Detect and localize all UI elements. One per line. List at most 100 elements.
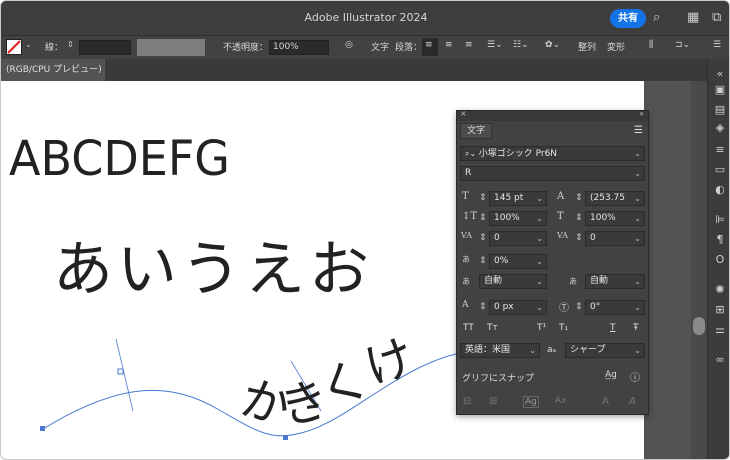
glyph-bounds-snap-icon[interactable]: Ag xyxy=(523,396,539,408)
stepper-icon[interactable]: ⇕ xyxy=(575,302,583,312)
transform-link[interactable]: 変形 xyxy=(607,40,625,53)
subscript-button[interactable]: T₁ xyxy=(559,323,568,333)
path-text: かきくけこ xyxy=(1,81,421,437)
shape-options-icon[interactable]: ✿⌄ xyxy=(545,40,560,50)
numbered-list-icon[interactable]: ☷⌄ xyxy=(513,40,529,50)
menu-icon[interactable]: ☰ xyxy=(713,40,721,50)
baseline-shift-value: 0 px xyxy=(494,302,514,312)
align-link[interactable]: 整列 xyxy=(578,40,596,53)
layers-icon[interactable]: ◈ xyxy=(713,121,727,135)
baseline-snap-icon[interactable]: ⊟ xyxy=(463,396,471,407)
stroke-profile-field[interactable] xyxy=(137,39,205,56)
stepper-icon[interactable]: ⇕ xyxy=(575,233,583,243)
no-fill-icon xyxy=(7,40,21,54)
chevron-down-icon: ⌄ xyxy=(634,149,641,158)
horizontal-scale-field[interactable]: 100% ⌄ xyxy=(585,211,645,226)
aki-left-icon: あ xyxy=(462,277,470,286)
vertical-scale-value: 100% xyxy=(494,213,520,223)
share-button[interactable]: 共有 xyxy=(610,9,646,28)
symbols-icon[interactable]: ✺ xyxy=(713,283,727,297)
baseline-shift-field[interactable]: 0 px ⌄ xyxy=(489,300,547,315)
document-tab[interactable]: (RGB/CPU プレビュー) xyxy=(1,59,105,81)
opacity-field[interactable]: 100% xyxy=(269,40,329,55)
align-right-icon[interactable]: ≡ xyxy=(465,40,473,50)
vertical-scrollbar[interactable] xyxy=(691,81,707,459)
aki-right-icon: あ xyxy=(569,277,577,286)
arrange-icon[interactable]: ⫼ xyxy=(649,40,653,50)
stroke-weight-field[interactable] xyxy=(79,40,131,55)
stepper-icon[interactable]: ⇕ xyxy=(67,40,74,49)
chevron-down-icon[interactable]: ⌄ xyxy=(25,40,32,49)
strikethrough-button[interactable]: Ŧ xyxy=(633,323,639,333)
close-icon[interactable]: × xyxy=(460,109,467,118)
angular-guides-icon[interactable]: A xyxy=(602,396,609,407)
leading-value: (253.75 xyxy=(590,193,626,203)
text-link[interactable]: 文字 xyxy=(371,40,389,53)
align-left-icon: ≡ xyxy=(425,40,433,50)
tsume-field[interactable]: 0% ⌄ xyxy=(489,254,547,269)
align-center-icon[interactable]: ≡ xyxy=(445,40,453,50)
opentype-icon[interactable]: O xyxy=(713,253,727,267)
window-tile-icon[interactable]: ⧉ xyxy=(712,10,721,25)
tsume-icon: あ xyxy=(462,255,470,264)
expand-icon[interactable]: » xyxy=(639,109,644,118)
stepper-icon[interactable]: ⇕ xyxy=(479,256,487,266)
aki-left-field[interactable]: 自動 ⌄ xyxy=(479,274,547,289)
underline-button[interactable]: T xyxy=(610,323,616,333)
recolor-icon[interactable]: ◎ xyxy=(345,40,353,50)
align-panel-icon[interactable]: ⊫ xyxy=(713,213,727,227)
tracking-field[interactable]: 0 ⌄ xyxy=(585,231,645,246)
superscript-button[interactable]: T¹ xyxy=(537,323,546,333)
isolate-icon[interactable]: ⊐⌄ xyxy=(675,40,690,50)
leading-icon: A xyxy=(557,191,565,202)
pathfinder-icon[interactable]: ⊞ xyxy=(713,303,727,317)
language-field[interactable]: 英語：米国 ⌄ xyxy=(460,343,540,358)
leading-field[interactable]: (253.75 ⌄ xyxy=(585,191,645,206)
em-box-snap-icon[interactable]: ⊞ xyxy=(489,396,497,407)
small-caps-button[interactable]: Tт xyxy=(487,323,498,333)
chevron-down-icon: ⌄ xyxy=(634,214,641,223)
kerning-field[interactable]: 0 ⌄ xyxy=(489,231,547,246)
stepper-icon[interactable]: ⇕ xyxy=(479,193,487,203)
rotation-field[interactable]: 0° ⌄ xyxy=(585,300,645,315)
gradient-icon[interactable]: ▭ xyxy=(713,163,727,177)
scrollbar-thumb[interactable] xyxy=(693,317,705,335)
workspace-icon[interactable]: ▦ xyxy=(687,10,699,25)
stroke-panel-icon[interactable]: ≡ xyxy=(713,143,727,157)
aki-right-field[interactable]: 自動 ⌄ xyxy=(585,274,645,289)
font-style-field[interactable]: R ⌄ xyxy=(460,166,645,181)
app-window: Adobe Illustrator 2024 共有 ⌕ ▦ ⧉ ⌄ 線： ⇕ 不… xyxy=(0,0,730,460)
search-icon[interactable]: ⌕ xyxy=(653,10,660,25)
fill-swatch[interactable] xyxy=(6,39,22,55)
proximity-guides-icon[interactable]: Ax xyxy=(555,396,566,406)
antialias-icon: aₐ xyxy=(547,345,557,355)
collapse-icon[interactable]: « xyxy=(713,67,727,81)
properties-icon[interactable]: ▣ xyxy=(713,83,727,97)
stepper-icon[interactable]: ⇕ xyxy=(575,213,583,223)
stepper-icon[interactable]: ⇕ xyxy=(479,233,487,243)
glyph-snap-options-icon[interactable]: A̲g xyxy=(605,370,617,380)
panel-menu-icon[interactable]: ☰ xyxy=(634,125,643,136)
font-size-field[interactable]: 145 pt ⌄ xyxy=(489,191,547,206)
kerning-value: 0 xyxy=(494,233,500,243)
stepper-icon[interactable]: ⇕ xyxy=(575,193,583,203)
panel-header[interactable]: × » xyxy=(457,109,648,121)
bullet-list-icon[interactable]: ☰⌄ xyxy=(487,40,503,50)
adjust-icon[interactable]: ⚌ xyxy=(713,323,727,337)
italic-guides-icon[interactable]: A xyxy=(629,396,636,407)
info-icon[interactable]: ⓘ xyxy=(630,369,640,384)
transparency-icon[interactable]: ◐ xyxy=(713,183,727,197)
antialias-field[interactable]: シャープ ⌄ xyxy=(565,343,645,358)
stepper-icon[interactable]: ⇕ xyxy=(479,213,487,223)
libraries-icon[interactable]: ▤ xyxy=(713,103,727,117)
stepper-icon[interactable]: ⇕ xyxy=(479,302,487,312)
links-icon[interactable]: ∞ xyxy=(713,353,727,367)
chevron-down-icon: ⌄ xyxy=(536,277,543,286)
tab-character[interactable]: 文字 xyxy=(460,123,493,139)
chevron-down-icon: ⌄ xyxy=(634,303,641,312)
vertical-scale-field[interactable]: 100% ⌄ xyxy=(489,211,547,226)
all-caps-button[interactable]: TT xyxy=(463,323,474,333)
aki-left-value: 自動 xyxy=(484,276,503,286)
font-family-field[interactable]: ⌕⌄ 小塚ゴシック Pr6N ⌄ xyxy=(460,146,645,161)
paragraph-icon[interactable]: ¶ xyxy=(713,233,727,247)
